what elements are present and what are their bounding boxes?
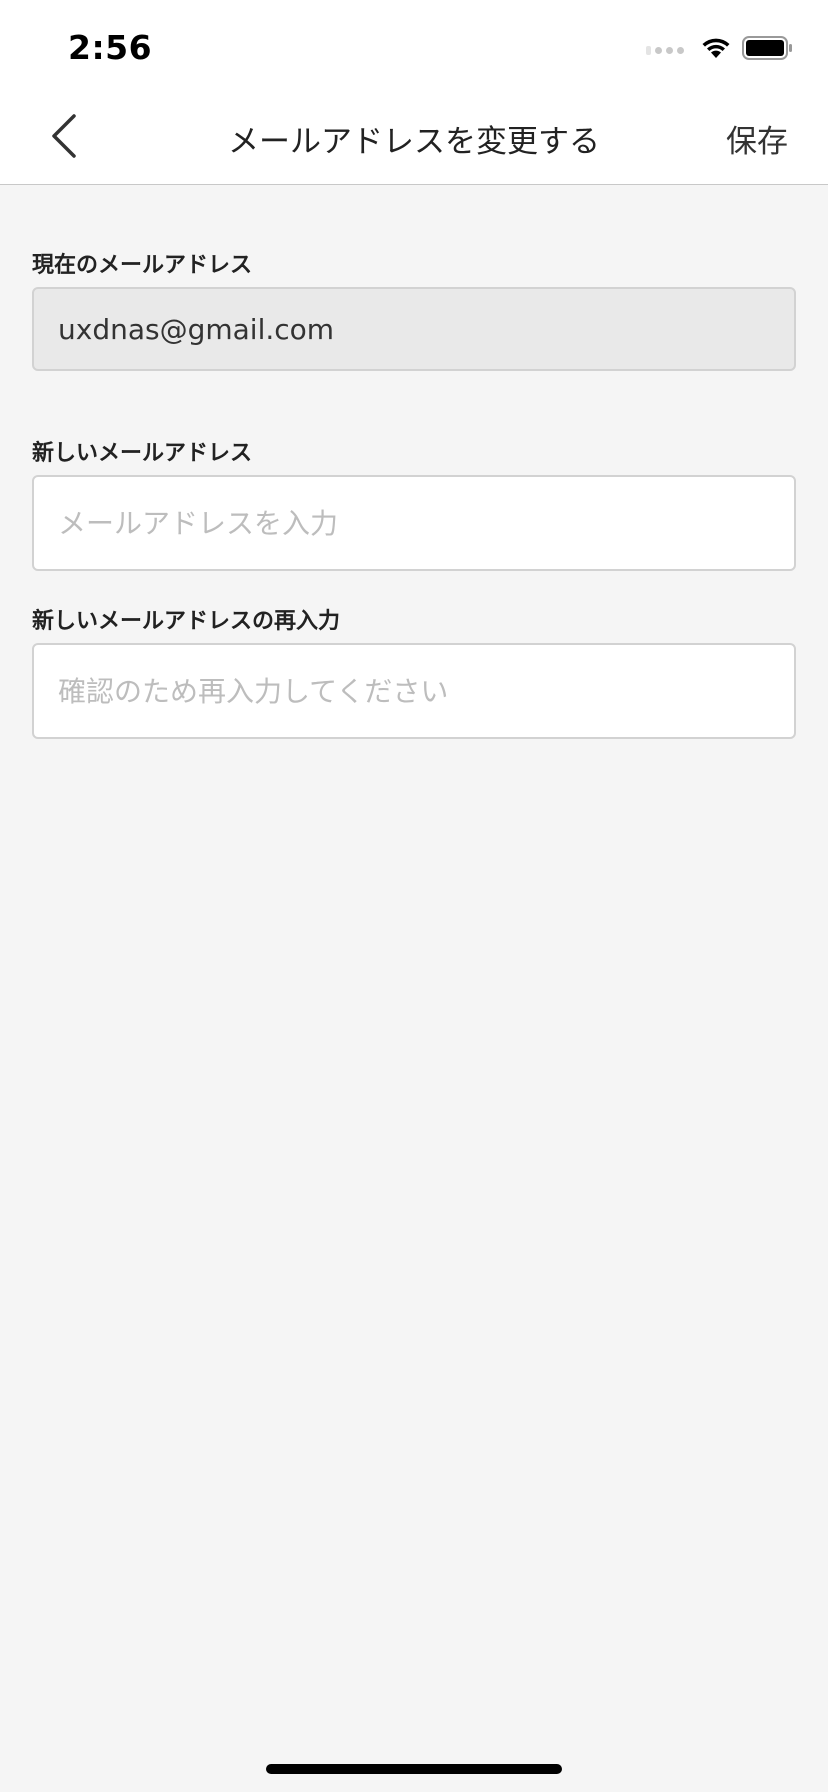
current-email-field: uxdnas@gmail.com: [32, 287, 796, 371]
status-indicators: [646, 36, 794, 64]
confirm-email-input[interactable]: [32, 643, 796, 739]
current-email-label: 現在のメールアドレス: [32, 253, 253, 278]
wifi-icon: [700, 36, 732, 64]
home-indicator: [266, 1764, 562, 1774]
status-bar: 2:56: [0, 0, 828, 92]
new-email-label: 新しいメールアドレス: [32, 441, 253, 466]
save-button[interactable]: 保存: [726, 116, 788, 161]
navigation-bar: メールアドレスを変更する 保存: [0, 92, 828, 185]
page-title: メールアドレスを変更する: [228, 124, 600, 160]
battery-icon: [742, 36, 794, 64]
new-email-input[interactable]: [32, 475, 796, 571]
status-time: 2:56: [68, 28, 153, 67]
confirm-email-label: 新しいメールアドレスの再入力: [32, 609, 341, 634]
cellular-signal-icon: [646, 45, 684, 55]
